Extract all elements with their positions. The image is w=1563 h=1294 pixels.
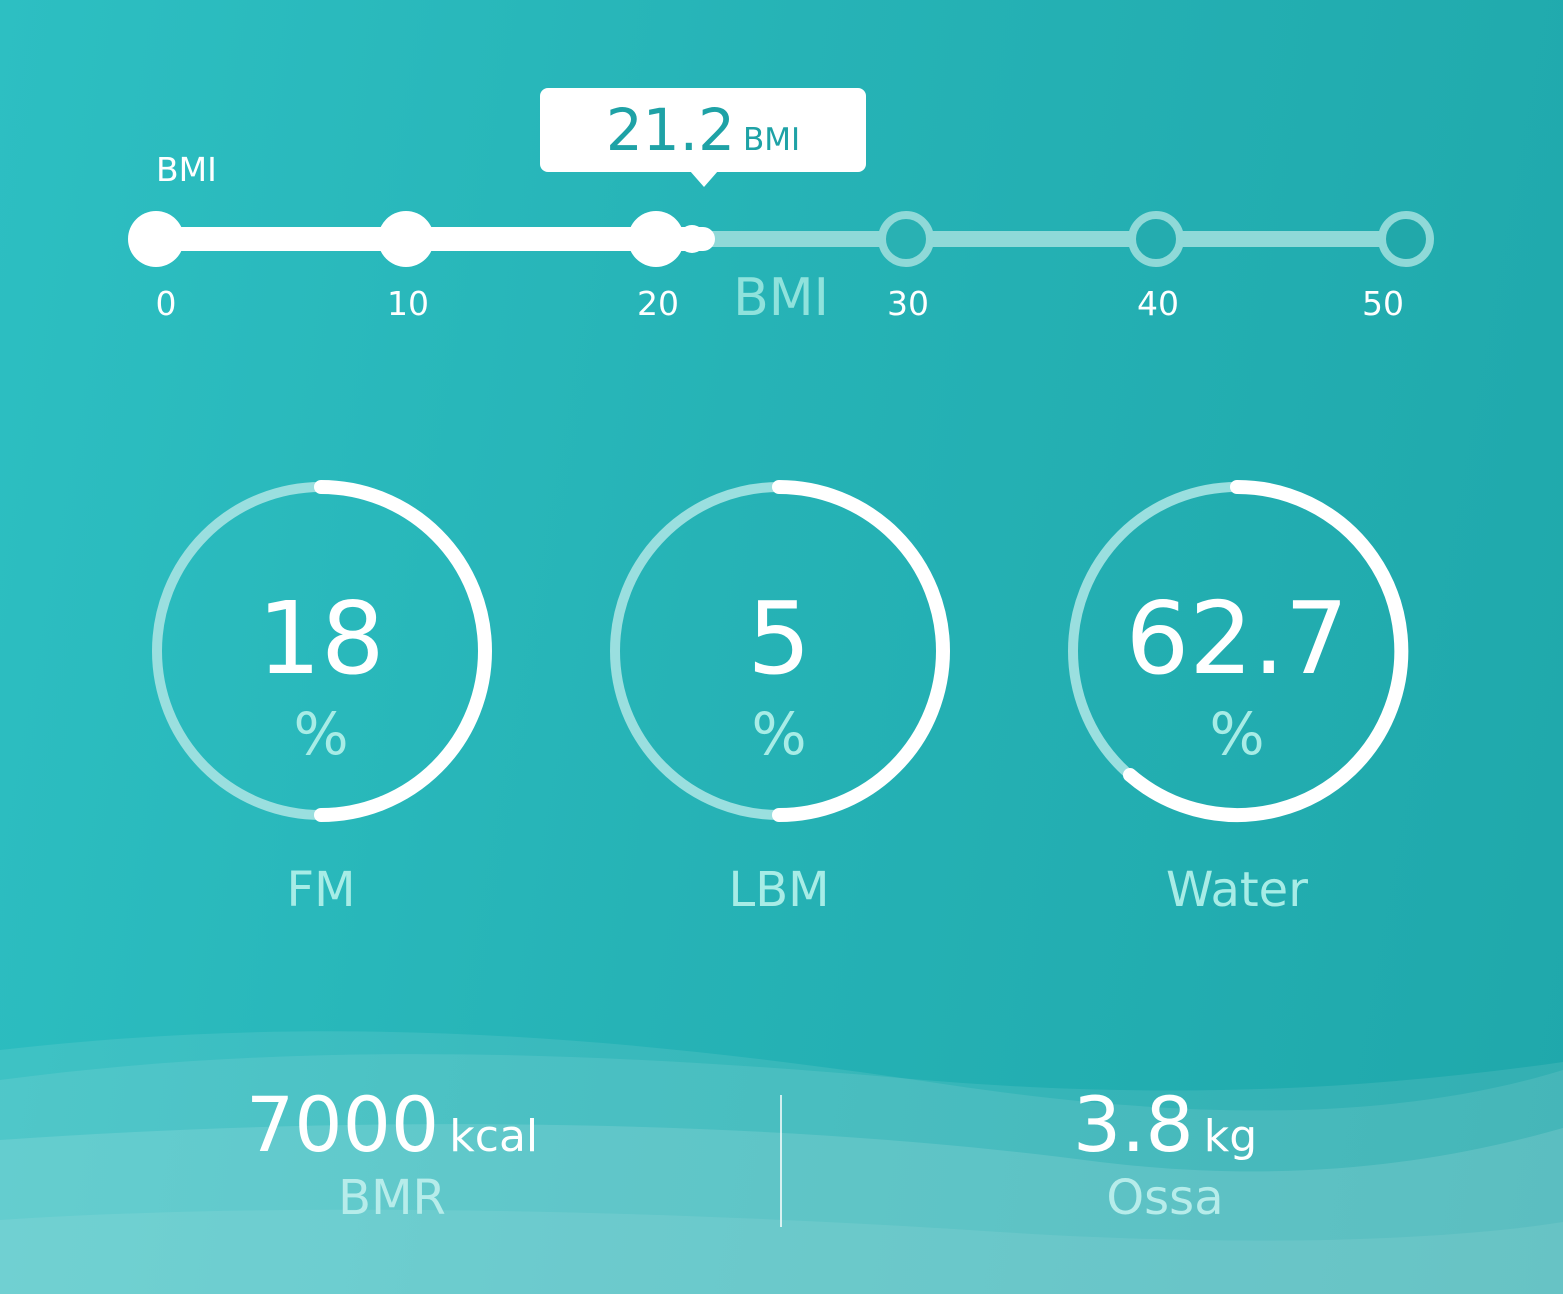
lbm-label: LBM [728,862,830,918]
water-label: Water [1166,862,1308,918]
body-composition-screen: BMI 0 10 20 30 40 50 BMI 21.2 BMI 18 % F… [0,0,1563,1294]
fm-label: FM [286,862,356,918]
bmr-unit: kcal [449,1111,539,1162]
water-value: 62.7 [1125,580,1349,697]
bones-unit: kg [1203,1111,1258,1162]
lbm-unit: % [751,700,807,768]
stats-divider [780,1095,782,1227]
metric-rings [152,479,1409,822]
water-unit: % [1209,700,1265,768]
lbm-value: 5 [747,580,811,697]
bones-label: Ossa [1106,1170,1224,1226]
bmr-label: BMR [338,1170,446,1226]
fm-value: 18 [257,580,385,697]
bmr-stat: 7000 kcal [246,1080,538,1169]
bones-value: 3.8 [1072,1080,1194,1169]
bmr-value: 7000 [245,1080,440,1169]
fm-unit: % [293,700,349,768]
bones-stat: 3.8 kg [1073,1080,1257,1169]
